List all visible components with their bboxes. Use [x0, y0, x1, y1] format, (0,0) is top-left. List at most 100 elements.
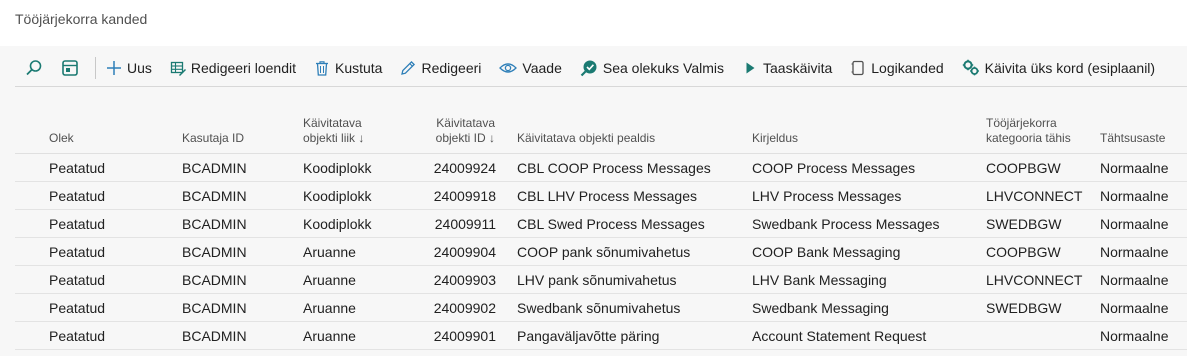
column-header-object-id[interactable]: Käivitatava objekti ID ↓: [415, 116, 495, 146]
restart-button[interactable]: Taaskäivita: [742, 54, 832, 82]
cell-object-id: 24009911: [434, 216, 496, 232]
delete-button[interactable]: Kustuta: [314, 54, 382, 82]
cell-priority: Normaalne: [1100, 244, 1169, 260]
log-icon: [851, 60, 864, 75]
cell-priority: Normaalne: [1100, 328, 1169, 344]
page-title: Tööjärjekorra kanded: [15, 11, 148, 27]
cell-object-caption: Pangaväljavõtte päring: [517, 328, 660, 344]
cell-user-id: BCADMIN: [182, 160, 247, 176]
log-entries-button[interactable]: Logikanded: [850, 54, 944, 82]
cell-status: Peatatud: [49, 300, 106, 316]
cell-object-caption: CBL COOP Process Messages: [517, 160, 711, 176]
run-once-icon: [962, 59, 979, 75]
table-row[interactable]: Peatatud BCADMIN Aruanne 24009901 Pangav…: [15, 322, 1187, 350]
cell-object-caption: LHV pank sõnumivahetus: [517, 272, 677, 288]
cell-description: LHV Bank Messaging: [752, 272, 887, 288]
cell-object-type: Koodiplokk: [303, 216, 372, 232]
cell-object-type: Aruanne: [303, 272, 356, 288]
set-status-ready-button[interactable]: Sea olekuks Valmis: [580, 54, 724, 82]
cell-object-caption: COOP pank sõnumivahetus: [517, 244, 691, 260]
run-once-button-label: Käivita üks kord (esiplaanil): [984, 59, 1156, 76]
cell-priority: Normaalne: [1100, 216, 1169, 232]
table-row[interactable]: Peatatud BCADMIN Aruanne 24009903 LHV pa…: [15, 266, 1187, 294]
cell-category: LHVCONNECT: [986, 188, 1083, 204]
column-header-object-caption[interactable]: Käivitatava objekti pealdis: [517, 131, 655, 146]
cell-object-id: 24009904: [433, 244, 496, 260]
column-header-object-type-line1: Käivitatava: [303, 116, 362, 130]
plus-icon: [107, 60, 121, 75]
cell-object-caption: CBL Swed Process Messages: [517, 216, 705, 232]
table-row[interactable]: Peatatud BCADMIN Aruanne 24009904 COOP p…: [15, 238, 1187, 266]
column-header-user-id[interactable]: Kasutaja ID: [182, 131, 244, 146]
cell-status: Peatatud: [49, 160, 106, 176]
column-header-object-caption-label: Käivitatava objekti pealdis: [517, 131, 656, 145]
edit-button[interactable]: Redigeeri: [400, 54, 481, 82]
edit-list-icon: [170, 61, 186, 76]
set-status-ready-label: Sea olekuks Valmis: [602, 59, 724, 76]
column-header-category[interactable]: Tööjärjekorra kategooria tähis: [986, 116, 1071, 146]
grid-body: Peatatud BCADMIN Koodiplokk 24009924 CBL…: [15, 154, 1187, 350]
cell-object-type: Koodiplokk: [303, 188, 372, 204]
cell-status: Peatatud: [49, 328, 106, 344]
cell-object-id: 24009903: [433, 272, 496, 288]
table-row[interactable]: Peatatud BCADMIN Aruanne 24009902 Swedba…: [15, 294, 1187, 322]
cell-object-type: Aruanne: [303, 328, 356, 344]
cell-user-id: BCADMIN: [182, 216, 247, 232]
edit-button-label: Redigeeri: [421, 59, 482, 76]
pencil-icon: [401, 60, 416, 75]
cell-user-id: BCADMIN: [182, 188, 247, 204]
cell-description: Swedbank Messaging: [752, 300, 889, 316]
view-button-label: Vaade: [522, 59, 562, 76]
cell-priority: Normaalne: [1100, 188, 1169, 204]
table-row[interactable]: Peatatud BCADMIN Koodiplokk 24009911 CBL…: [15, 210, 1187, 238]
column-header-status[interactable]: Olek: [49, 131, 74, 146]
cell-category: COOPBGW: [986, 160, 1061, 176]
column-header-priority[interactable]: Tähtsusaste: [1100, 131, 1165, 146]
grid-header: Olek Kasutaja ID Käivitatava objekti lii…: [15, 110, 1187, 154]
cell-priority: Normaalne: [1100, 272, 1169, 288]
page-view-icon: [62, 59, 78, 76]
table-row[interactable]: Peatatud BCADMIN Koodiplokk 24009918 CBL…: [15, 182, 1187, 210]
search-button[interactable]: [21, 55, 47, 81]
trash-icon: [315, 60, 328, 76]
column-header-priority-label: Tähtsusaste: [1100, 131, 1166, 145]
column-header-user-id-label: Kasutaja ID: [182, 131, 245, 145]
restart-button-label: Taaskäivita: [763, 59, 833, 76]
column-header-category-line2: kategooria tähis: [986, 131, 1071, 145]
new-button[interactable]: Uus: [106, 54, 152, 82]
cell-status: Peatatud: [49, 244, 106, 260]
edit-list-button[interactable]: Redigeeri loendit: [170, 54, 296, 82]
page-header: Tööjärjekorra kanded: [0, 0, 1187, 46]
column-header-status-label: Olek: [49, 131, 74, 145]
column-header-category-line1: Tööjärjekorra: [986, 116, 1057, 130]
cell-description: Account Statement Request: [752, 328, 927, 344]
view-button[interactable]: Vaade: [499, 54, 562, 82]
cell-object-type: Koodiplokk: [303, 160, 372, 176]
cell-priority: Normaalne: [1100, 300, 1169, 316]
page-view-button[interactable]: [57, 55, 83, 81]
cell-description: Swedbank Process Messages: [752, 216, 940, 232]
cell-category: SWEDBGW: [986, 300, 1062, 316]
cell-object-caption: Swedbank sõnumivahetus: [517, 300, 681, 316]
column-header-object-type[interactable]: Käivitatava objekti liik ↓: [303, 116, 364, 146]
cell-status: Peatatud: [49, 188, 106, 204]
column-header-description[interactable]: Kirjeldus: [752, 131, 798, 146]
cell-user-id: BCADMIN: [182, 328, 247, 344]
cell-user-id: BCADMIN: [182, 244, 247, 260]
log-entries-button-label: Logikanded: [871, 59, 944, 76]
action-bar: Uus Redigeeri loendit Kustuta Redigeeri: [15, 49, 1187, 87]
eye-icon: [499, 62, 518, 73]
edit-list-button-label: Redigeeri loendit: [190, 59, 296, 76]
cell-object-id: 24009918: [433, 188, 496, 204]
table-row[interactable]: Peatatud BCADMIN Koodiplokk 24009924 CBL…: [15, 154, 1187, 182]
cell-description: LHV Process Messages: [752, 188, 902, 204]
column-header-description-label: Kirjeldus: [752, 131, 799, 145]
cell-category: LHVCONNECT: [986, 272, 1083, 288]
cell-status: Peatatud: [49, 272, 106, 288]
cell-object-caption: CBL LHV Process Messages: [517, 188, 697, 204]
cell-priority: Normaalne: [1100, 160, 1169, 176]
cell-object-id: 24009902: [433, 300, 496, 316]
status-ready-icon: [580, 60, 597, 76]
run-once-button[interactable]: Käivita üks kord (esiplaanil): [962, 54, 1155, 82]
column-header-object-id-line2: objekti ID ↓: [435, 131, 495, 145]
